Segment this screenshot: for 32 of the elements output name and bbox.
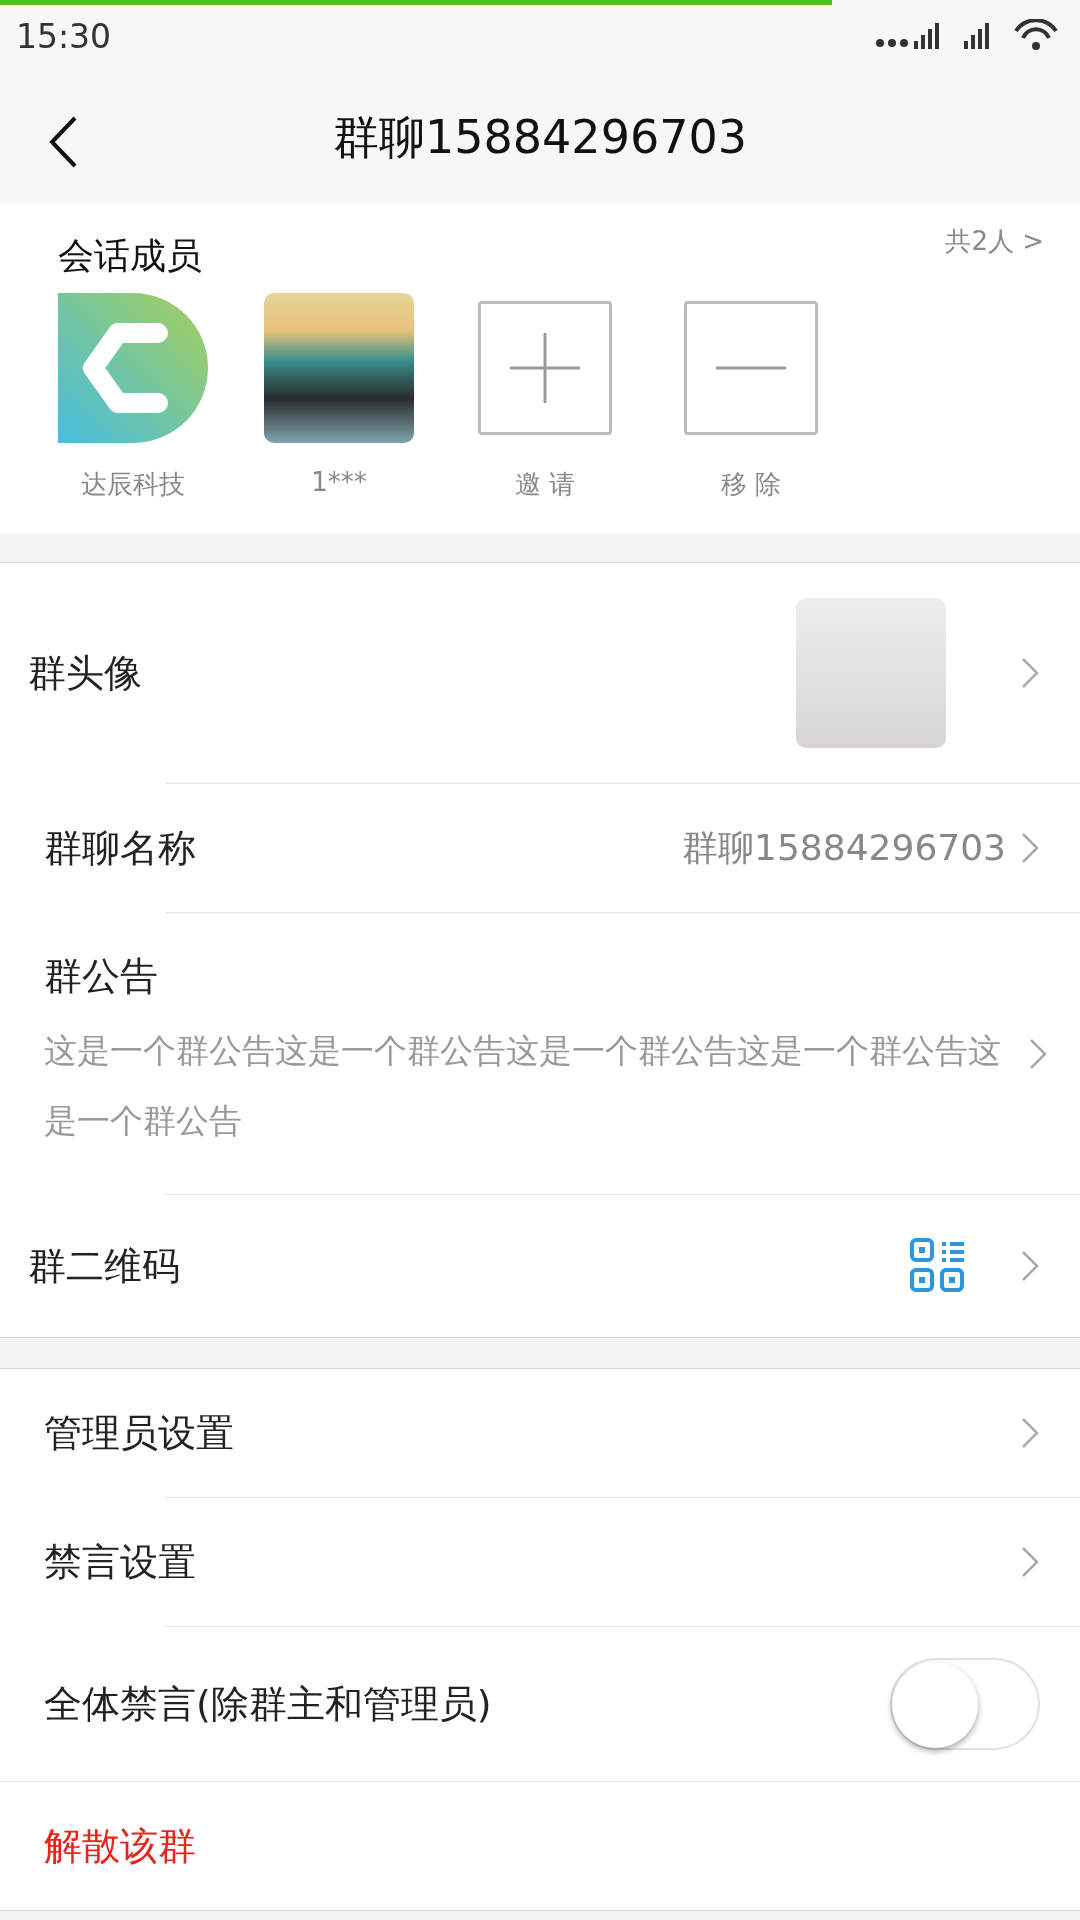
add-member-button[interactable] [478, 301, 612, 435]
member-name: 邀 请 [514, 468, 576, 501]
row-label: 管理员设置 [44, 1409, 235, 1457]
row-label: 群头像 [28, 649, 143, 697]
back-icon[interactable] [48, 116, 78, 168]
chevron-right-icon [1020, 1249, 1040, 1283]
logo-icon [58, 293, 208, 443]
page-title: 群聊15884296703 [333, 109, 747, 166]
member-count-link[interactable]: 共2人 > [945, 224, 1044, 259]
row-value: 群聊15884296703 [682, 825, 1006, 870]
row-label: 群聊名称 [44, 824, 197, 872]
dissolve-group-button[interactable]: 解散该群 [44, 1820, 1040, 1872]
chevron-right-icon [1020, 656, 1040, 690]
minus-icon [716, 366, 786, 370]
chevron-right-icon [1020, 1545, 1040, 1579]
chevron-right-icon [1020, 831, 1040, 865]
chevron-right-icon [1020, 1416, 1040, 1450]
row-label: 禁言设置 [44, 1538, 197, 1586]
member-name: 达辰科技 [81, 468, 185, 501]
row-label: 全体禁言(除群主和管理员) [44, 1680, 493, 1728]
toggle-switch[interactable] [890, 1658, 1040, 1750]
section-title: 会话成员 [58, 234, 202, 278]
chevron-right-icon [1028, 1036, 1048, 1071]
remove-member-button[interactable] [684, 301, 818, 435]
plus-icon [510, 333, 580, 403]
notice-text: 这是一个群公告这是一个群公告这是一个群公告这是一个群公告这是一个群公告 [44, 1030, 1002, 1142]
member-name: 1*** [311, 467, 367, 497]
member-name: 移 除 [720, 468, 782, 501]
row-label: 群二维码 [28, 1242, 181, 1290]
row-label: 群公告 [44, 953, 159, 1000]
status-time: 15:30 [16, 16, 112, 56]
qr-code-icon [910, 1238, 966, 1294]
